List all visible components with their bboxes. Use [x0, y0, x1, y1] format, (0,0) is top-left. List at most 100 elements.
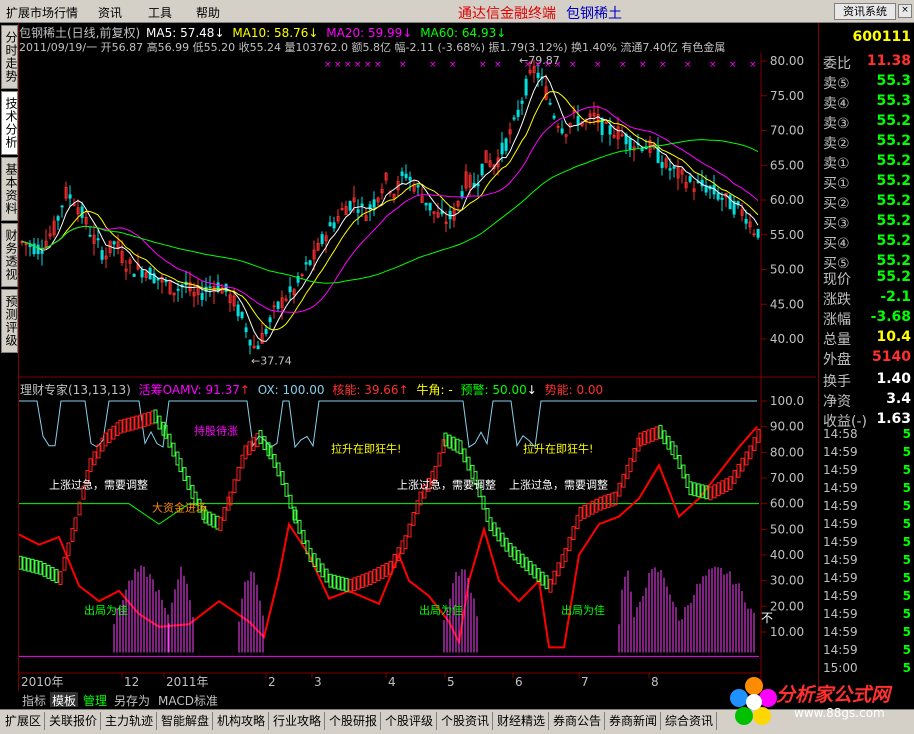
trend-box [524, 557, 529, 572]
status-tab[interactable]: 行业攻略 [270, 712, 326, 730]
menu-info[interactable]: 资讯 [98, 4, 122, 21]
price-tick-label: 70.00 [770, 124, 804, 138]
indicator-annotation: 出局为佳 [561, 603, 605, 617]
candle-body [660, 162, 664, 168]
weibi-label: 委比 [823, 56, 851, 72]
trend-box [673, 445, 678, 460]
status-tab[interactable]: 财经精选 [494, 712, 550, 730]
tab-save-as[interactable]: 另存为 [112, 692, 152, 708]
candle-body [560, 128, 564, 134]
tab-forecast[interactable]: 预测评级 [1, 289, 18, 353]
tab-macd[interactable]: MACD标准 [156, 692, 220, 708]
kline-chart[interactable]: ←79.87←37.74× × × × × × × × × × × × × × × × × × × × × × × × 持股待… [19, 23, 816, 691]
candle-body [348, 201, 352, 211]
tick-row: 14:59 5 [821, 535, 913, 553]
sell-row: 卖② 55.2 [821, 133, 913, 152]
info-system-button[interactable]: 资讯系统 [834, 3, 896, 20]
sell-row-value: 55.3 [876, 93, 911, 109]
candle-body [424, 202, 428, 206]
buy-row: 买② 55.2 [821, 193, 913, 212]
trend-box [153, 409, 158, 424]
menu-help[interactable]: 帮助 [196, 4, 220, 21]
candle-body [200, 293, 204, 300]
stat-row-label: 总量 [823, 332, 851, 348]
tick-row: 14:59 5 [821, 499, 913, 517]
tab-manage[interactable]: 管理 [81, 692, 109, 708]
time-axis-label: 4 [388, 675, 396, 689]
candle-body [308, 260, 312, 265]
trend-box [118, 419, 123, 434]
candle-body [372, 199, 376, 208]
trend-box [211, 513, 216, 528]
menu-ext-market[interactable]: 扩展市场行情 [6, 4, 78, 21]
trend-box [447, 434, 452, 449]
trend-box [22, 556, 27, 571]
trend-box [586, 502, 591, 517]
tab-intraday[interactable]: 分时走势 [1, 25, 18, 89]
indicator-annotation: 大资金进场 [152, 500, 207, 514]
status-tab[interactable]: 机构攻略 [214, 712, 270, 730]
trend-box [552, 570, 557, 585]
status-tab[interactable]: 关联报价 [46, 712, 102, 730]
status-tab[interactable]: 券商公告 [550, 712, 606, 730]
status-tab[interactable]: 扩展区 [2, 712, 46, 730]
trend-box [103, 432, 108, 447]
trend-box [744, 451, 749, 466]
tab-finance[interactable]: 财务透视 [1, 223, 18, 287]
trend-box [42, 562, 47, 577]
indicator-tick-label: 50.00 [770, 522, 804, 536]
signal-mark: × [494, 60, 502, 70]
tick-row-label: 14:59 [823, 553, 858, 567]
time-axis-label: 5 [447, 675, 455, 689]
price-pane: ←79.87←37.74× × × × × × × × × × × × × × × × × × × × × × × × [20, 54, 760, 368]
tick-row: 14:59 5 [821, 589, 913, 607]
status-tab[interactable]: 主力轨迹 [102, 712, 158, 730]
candle-body [416, 185, 420, 188]
menu-tools[interactable]: 工具 [148, 4, 172, 21]
trend-box [540, 571, 545, 586]
trend-box [178, 458, 183, 473]
tab-basic-info[interactable]: 基本资料 [1, 157, 18, 221]
tick-row-value: 5 [902, 535, 911, 549]
trend-box [222, 507, 227, 521]
trend-box [207, 511, 212, 526]
status-tab[interactable]: 个股研报 [326, 712, 382, 730]
trend-box [632, 447, 637, 462]
indicator-annotation: 持股待涨 [194, 423, 238, 437]
tab-indicator[interactable]: 指标 [20, 692, 48, 708]
candle-body [688, 176, 692, 182]
trend-box [418, 491, 423, 506]
time-axis-label: 12 [124, 675, 139, 689]
signal-mark: × [749, 60, 757, 70]
status-tab[interactable]: 个股资讯 [438, 712, 494, 730]
trend-box [696, 483, 701, 498]
trend-box [407, 523, 412, 538]
trend-box [30, 558, 35, 573]
buy-row: 买④ 55.2 [821, 233, 913, 252]
candle-body [480, 163, 484, 176]
status-tab[interactable]: 综合资讯 [662, 712, 718, 730]
tab-technical[interactable]: 技术分析 [1, 91, 18, 155]
signal-mark: × [619, 60, 627, 70]
status-tab[interactable]: 券商新闻 [606, 712, 662, 730]
trend-box [654, 426, 659, 441]
trend-box [728, 476, 733, 491]
signal-mark: × [364, 60, 372, 70]
tab-template[interactable]: 模板 [50, 692, 79, 708]
signal-mark: × [344, 60, 352, 70]
tick-row: 14:59 5 [821, 553, 913, 571]
trend-box [236, 466, 241, 481]
status-tab[interactable]: 个股评级 [382, 712, 438, 730]
candle-body [156, 278, 160, 281]
left-tab-bar: 分时走势 技术分析 基本资料 财务透视 预测评级 [0, 23, 19, 691]
trend-box [548, 578, 553, 593]
chart-area[interactable]: 包钢稀土(日线,前复权) MA5: 57.48↓ MA10: 58.76↓ MA… [19, 23, 816, 691]
trend-box [356, 575, 361, 590]
status-tab[interactable]: 智能解盘 [158, 712, 214, 730]
trend-box [146, 411, 151, 426]
sell-row-label: 卖① [823, 156, 850, 172]
candle-body [356, 209, 360, 213]
close-button[interactable]: × [898, 4, 912, 18]
candle-body [520, 100, 524, 104]
trend-box [54, 569, 59, 583]
